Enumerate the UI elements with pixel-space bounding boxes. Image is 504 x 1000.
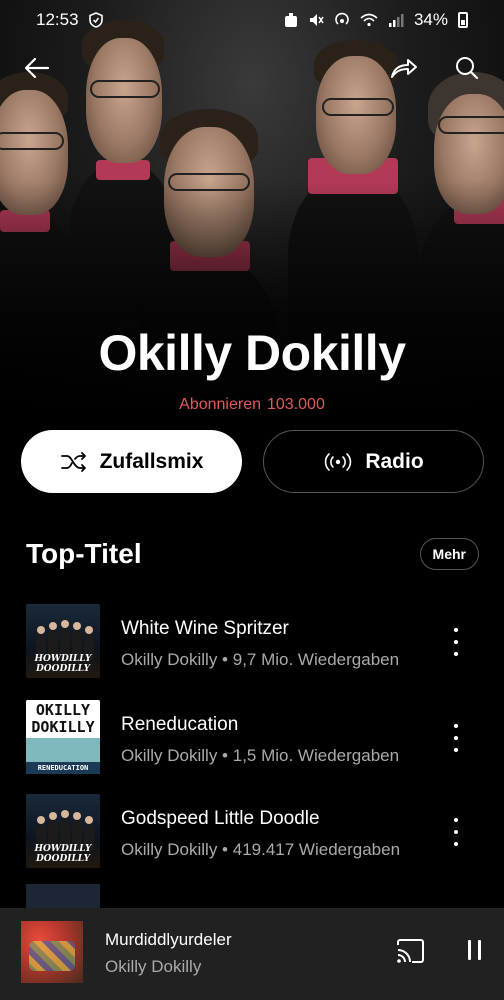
battery-icon bbox=[458, 12, 468, 28]
alarm-icon bbox=[284, 13, 297, 27]
mute-icon bbox=[309, 14, 324, 26]
track-row[interactable]: OKILLY DOKILLY RENEDUCATION Reneducation… bbox=[0, 700, 504, 776]
shuffle-button[interactable]: Zufallsmix bbox=[21, 430, 242, 493]
track-title: Godspeed Little Doodle bbox=[121, 808, 320, 829]
shield-icon bbox=[88, 12, 103, 28]
section-title-top-tracks: Top-Titel bbox=[26, 538, 142, 569]
track-meta: Okilly Dokilly • 9,7 Mio. Wiedergaben bbox=[121, 650, 400, 669]
track-title: White Wine Spritzer bbox=[121, 618, 289, 639]
signal-icon bbox=[388, 14, 404, 27]
now-playing-artist: Okilly Dokilly bbox=[105, 957, 202, 976]
shuffle-label: Zufallsmix bbox=[99, 449, 204, 473]
track-meta: Okilly Dokilly • 419.417 Wiedergaben bbox=[121, 840, 401, 859]
back-button[interactable] bbox=[17, 48, 57, 88]
search-icon bbox=[456, 57, 479, 80]
track-row[interactable]: HOWDILLY DOODILLY Godspeed Little Doodle… bbox=[0, 794, 504, 870]
shuffle-icon bbox=[60, 451, 86, 472]
status-time: 12:53 bbox=[36, 10, 79, 29]
status-bar: 12:53 34% bbox=[0, 0, 504, 40]
share-button[interactable] bbox=[384, 48, 424, 88]
pause-button[interactable] bbox=[460, 940, 488, 966]
track-row-partial[interactable] bbox=[0, 884, 504, 908]
radio-broadcast-icon bbox=[325, 452, 352, 471]
more-vert-icon[interactable] bbox=[444, 818, 468, 846]
now-playing-title: Murdiddlyurdeler bbox=[105, 930, 232, 949]
arrow-left-icon bbox=[24, 57, 50, 79]
cast-icon bbox=[397, 939, 424, 963]
mini-player[interactable]: Murdiddlyurdeler Okilly Dokilly bbox=[0, 908, 504, 1000]
wifi-icon bbox=[360, 13, 378, 27]
subscribe-row: Abonnieren 103.000 bbox=[0, 396, 504, 414]
album-art: HOWDILLY DOODILLY bbox=[26, 794, 100, 868]
search-button[interactable] bbox=[447, 48, 487, 88]
share-arrow-icon bbox=[391, 59, 417, 78]
album-art bbox=[26, 884, 100, 908]
more-vert-icon[interactable] bbox=[444, 628, 468, 656]
subscriber-count: 103.000 bbox=[267, 396, 325, 413]
more-vert-icon[interactable] bbox=[444, 724, 468, 752]
cast-button[interactable] bbox=[395, 938, 425, 968]
track-meta: Okilly Dokilly • 1,5 Mio. Wiedergaben bbox=[121, 746, 400, 765]
track-title: Reneducation bbox=[121, 714, 239, 735]
track-row[interactable]: HOWDILLY DOODILLY White Wine Spritzer Ok… bbox=[0, 604, 504, 680]
pause-icon bbox=[467, 940, 471, 960]
hotspot-icon bbox=[335, 12, 349, 25]
more-button[interactable]: Mehr bbox=[419, 538, 479, 570]
subscribe-button[interactable]: Abonnieren bbox=[179, 396, 261, 413]
battery-percent: 34% bbox=[413, 10, 448, 29]
now-playing-album-art bbox=[21, 921, 83, 983]
album-art: OKILLY DOKILLY RENEDUCATION bbox=[26, 700, 100, 774]
radio-button[interactable]: Radio bbox=[263, 430, 484, 493]
album-art: HOWDILLY DOODILLY bbox=[26, 604, 100, 678]
artist-name: Okilly Dokilly bbox=[98, 325, 406, 381]
radio-label: Radio bbox=[365, 449, 424, 473]
top-action-bar bbox=[0, 48, 504, 88]
